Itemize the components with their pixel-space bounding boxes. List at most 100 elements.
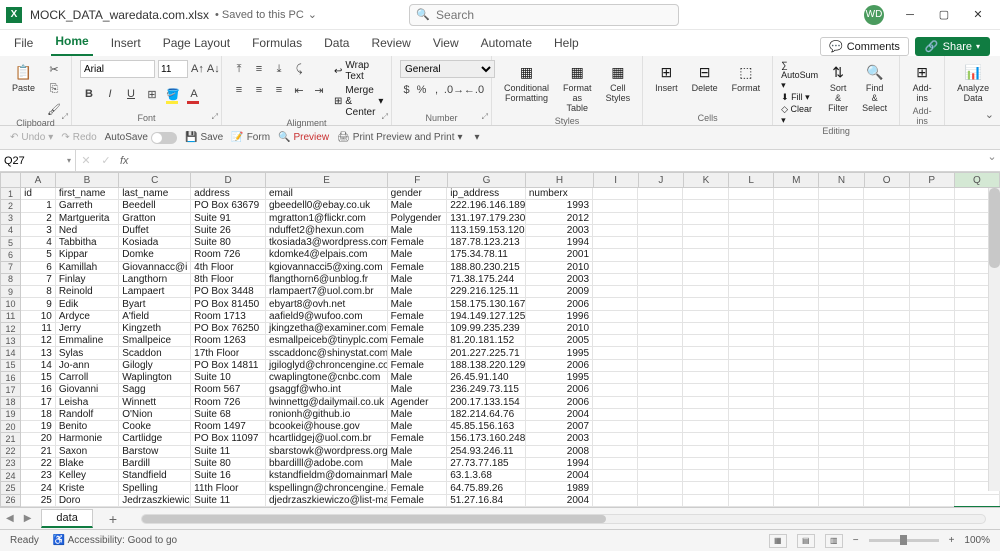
cell-K6[interactable] <box>683 249 728 261</box>
cell-N16[interactable] <box>819 372 864 384</box>
font-color-button[interactable]: A <box>185 85 203 103</box>
cell-I21[interactable] <box>593 433 638 445</box>
formula-bar[interactable] <box>133 155 984 167</box>
cell-E15[interactable]: jgiloglyd@chroncengine.com <box>266 360 388 372</box>
cell-A18[interactable]: 17 <box>21 397 56 409</box>
cell-F25[interactable]: Female <box>388 482 448 494</box>
cell-B24[interactable]: Kelley <box>56 470 119 482</box>
cell-C12[interactable]: Kingzeth <box>119 323 191 335</box>
column-header-M[interactable]: M <box>774 172 819 188</box>
cell-K26[interactable] <box>683 495 728 507</box>
cell-K8[interactable] <box>683 274 728 286</box>
cell-H6[interactable]: 2001 <box>526 249 593 261</box>
align-top-button[interactable]: ⤒ <box>230 60 248 78</box>
cell-L13[interactable] <box>729 335 774 347</box>
cell-G17[interactable]: 236.249.73.115 <box>447 384 526 396</box>
cell-B13[interactable]: Emmaline <box>56 335 119 347</box>
cell-C18[interactable]: Winnett <box>119 397 191 409</box>
cell-G9[interactable]: 229.216.125.11 <box>447 286 526 298</box>
row-header-26[interactable]: 26 <box>0 495 21 507</box>
cell-E21[interactable]: hcartlidgej@uol.com.br <box>266 433 388 445</box>
cell-A12[interactable]: 11 <box>21 323 56 335</box>
cell-P5[interactable] <box>910 237 955 249</box>
cell-I8[interactable] <box>593 274 638 286</box>
cell-E10[interactable]: ebyart8@ovh.net <box>266 298 388 310</box>
formula-bar-expand[interactable]: ⌄ <box>984 150 1000 171</box>
cell-K4[interactable] <box>683 225 728 237</box>
cell-P8[interactable] <box>910 274 955 286</box>
cell-L10[interactable] <box>729 298 774 310</box>
cell-J5[interactable] <box>638 237 683 249</box>
align-bottom-button[interactable]: ⤓ <box>270 60 288 78</box>
cell-M2[interactable] <box>774 200 819 212</box>
cell-J17[interactable] <box>638 384 683 396</box>
cell-G7[interactable]: 188.80.230.215 <box>447 262 526 274</box>
cell-M9[interactable] <box>774 286 819 298</box>
paste-button[interactable]: 📋 Paste <box>8 60 39 96</box>
cell-G8[interactable]: 71.38.175.244 <box>447 274 526 286</box>
cell-M6[interactable] <box>774 249 819 261</box>
cell-L16[interactable] <box>729 372 774 384</box>
cell-F26[interactable]: Female <box>388 495 448 507</box>
sheet-nav-next[interactable]: ▶ <box>24 513 32 524</box>
cell-I9[interactable] <box>593 286 638 298</box>
cell-N4[interactable] <box>819 225 864 237</box>
cell-F13[interactable]: Female <box>388 335 448 347</box>
cell-M14[interactable] <box>774 347 819 359</box>
cell-styles-button[interactable]: ▦Cell Styles <box>602 60 635 106</box>
find-select-button[interactable]: 🔍Find & Select <box>858 60 891 116</box>
cell-I22[interactable] <box>593 446 638 458</box>
cell-C11[interactable]: A'field <box>119 311 191 323</box>
cell-K21[interactable] <box>683 433 728 445</box>
cell-P3[interactable] <box>910 213 955 225</box>
zoom-in-button[interactable]: + <box>949 535 955 546</box>
cell-F12[interactable]: Female <box>388 323 448 335</box>
cell-A26[interactable]: 25 <box>21 495 56 507</box>
cell-A10[interactable]: 9 <box>21 298 56 310</box>
row-header-8[interactable]: 8 <box>0 274 21 286</box>
cell-D9[interactable]: PO Box 3448 <box>191 286 266 298</box>
cell-G18[interactable]: 200.17.133.154 <box>447 397 526 409</box>
cell-E13[interactable]: esmallpeiceb@tinyplc.com <box>266 335 388 347</box>
row-header-17[interactable]: 17 <box>0 384 21 396</box>
cell-N25[interactable] <box>819 482 864 494</box>
cell-E17[interactable]: gsaggf@who.int <box>266 384 388 396</box>
cell-B10[interactable]: Edik <box>56 298 119 310</box>
row-header-9[interactable]: 9 <box>0 286 21 298</box>
cell-E8[interactable]: flangthorn6@unblog.fr <box>266 274 388 286</box>
percent-format-button[interactable]: % <box>415 81 428 99</box>
select-all-corner[interactable] <box>0 172 21 188</box>
cell-M18[interactable] <box>774 397 819 409</box>
cell-C26[interactable]: Jedrzaszkiewicz <box>119 495 191 507</box>
cell-L17[interactable] <box>729 384 774 396</box>
cell-O13[interactable] <box>864 335 909 347</box>
cell-I23[interactable] <box>593 458 638 470</box>
underline-button[interactable]: U <box>122 85 140 103</box>
font-size-input[interactable] <box>158 60 188 78</box>
preview-button[interactable]: 🔍 Preview <box>278 132 329 143</box>
cell-N2[interactable] <box>819 200 864 212</box>
format-as-table-button[interactable]: ▦Format as Table <box>559 60 596 116</box>
cell-C21[interactable]: Cartlidge <box>119 433 191 445</box>
row-header-16[interactable]: 16 <box>0 372 21 384</box>
cell-H18[interactable]: 2006 <box>526 397 593 409</box>
cell-P11[interactable] <box>910 311 955 323</box>
autosum-button[interactable]: ∑ AutoSum ▾ <box>781 60 818 91</box>
zoom-thumb[interactable] <box>900 535 907 545</box>
row-header-15[interactable]: 15 <box>0 360 21 372</box>
row-header-19[interactable]: 19 <box>0 409 21 421</box>
cell-D4[interactable]: Suite 26 <box>191 225 266 237</box>
cell-I16[interactable] <box>593 372 638 384</box>
vertical-scroll-thumb[interactable] <box>989 188 1000 268</box>
cell-C1[interactable]: last_name <box>119 188 191 200</box>
tab-data[interactable]: Data <box>320 32 353 56</box>
cell-E19[interactable]: ronionh@github.io <box>266 409 388 421</box>
align-middle-button[interactable]: ≡ <box>250 60 268 78</box>
cell-K17[interactable] <box>683 384 728 396</box>
increase-decimal-button[interactable]: .0→ <box>445 81 463 99</box>
cell-C3[interactable]: Gratton <box>119 213 191 225</box>
fx-icon[interactable]: fx <box>116 155 133 167</box>
tab-insert[interactable]: Insert <box>107 32 145 56</box>
cell-O15[interactable] <box>864 360 909 372</box>
cell-A9[interactable]: 8 <box>21 286 56 298</box>
